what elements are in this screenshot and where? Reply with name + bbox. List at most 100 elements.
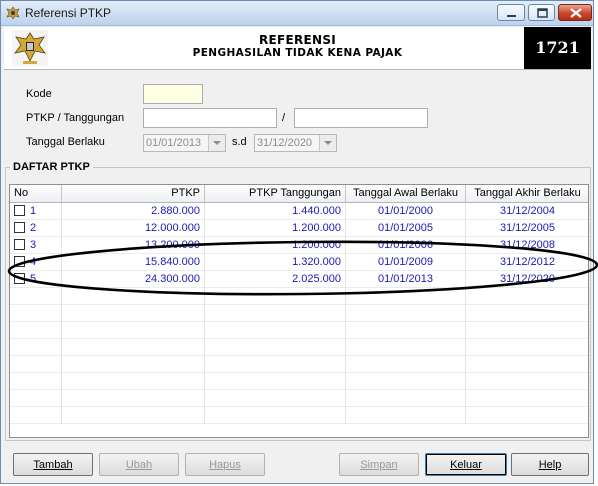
row-checkbox[interactable]	[14, 256, 25, 267]
empty-cell	[466, 322, 588, 339]
column-header-no[interactable]: No	[10, 185, 62, 202]
table-empty-row	[10, 407, 588, 424]
row-number: 1	[30, 205, 37, 217]
table-row[interactable]: 4 15.840.000 1.320.000 01/01/2009 31/12/…	[10, 254, 588, 271]
empty-cell	[62, 356, 205, 373]
empty-cell	[10, 339, 62, 356]
empty-cell	[466, 305, 588, 322]
hapus-button[interactable]: Hapus	[185, 453, 265, 476]
minimize-button[interactable]	[497, 4, 525, 21]
ubah-button[interactable]: Ubah	[99, 453, 179, 476]
tanggal-awal-cell: 01/01/2005	[346, 220, 466, 237]
kode-input[interactable]	[143, 84, 203, 104]
table-row[interactable]: 5 24.300.000 2.025.000 01/01/2013 31/12/…	[10, 271, 588, 288]
empty-cell	[62, 322, 205, 339]
maximize-button[interactable]	[528, 4, 555, 21]
header-subtitle: PENGHASILAN TIDAK KENA PAJAK	[192, 47, 403, 59]
row-no-cell: 5	[10, 271, 62, 288]
app-window: Referensi PTKP REFERENSI PENGHASILAN TID…	[0, 0, 594, 484]
maximize-icon	[537, 8, 548, 18]
table-empty-row	[10, 390, 588, 407]
empty-cell	[205, 305, 346, 322]
row-number: 3	[30, 239, 37, 251]
column-header-ptkp[interactable]: PTKP	[62, 185, 205, 202]
row-checkbox[interactable]	[14, 205, 25, 216]
ptkp-cell: 13.200.000	[62, 237, 205, 254]
tanggungan-cell: 1.320.000	[205, 254, 346, 271]
row-checkbox[interactable]	[14, 239, 25, 250]
row-no-cell: 1	[10, 203, 62, 220]
ptkp-input[interactable]	[143, 108, 277, 128]
empty-cell	[346, 305, 466, 322]
simpan-label: Simpan	[360, 459, 398, 471]
empty-cell	[205, 322, 346, 339]
table-empty-row	[10, 305, 588, 322]
empty-cell	[205, 356, 346, 373]
table-header: No PTKP PTKP Tanggungan Tanggal Awal Ber…	[10, 185, 588, 203]
tambah-label: Tambah	[33, 459, 73, 471]
title-bar[interactable]: Referensi PTKP	[1, 1, 593, 26]
tambah-button[interactable]: Tambah	[13, 453, 93, 476]
empty-cell	[10, 373, 62, 390]
minimize-icon	[507, 15, 516, 17]
tanggal-from-value: 01/01/2013	[146, 137, 202, 149]
simpan-button[interactable]: Simpan	[339, 453, 419, 476]
tanggal-to-select[interactable]: 31/12/2020	[254, 134, 337, 152]
row-checkbox[interactable]	[14, 273, 25, 284]
tanggal-awal-cell: 01/01/2009	[346, 254, 466, 271]
empty-cell	[10, 407, 62, 424]
column-header-ptkp-tanggungan[interactable]: PTKP Tanggungan	[205, 185, 346, 202]
tanggal-akhir-cell: 31/12/2012	[466, 254, 588, 271]
help-label: Help	[538, 459, 562, 471]
empty-cell	[62, 407, 205, 424]
empty-cell	[62, 305, 205, 322]
row-checkbox[interactable]	[14, 222, 25, 233]
empty-cell	[205, 288, 346, 305]
close-button[interactable]	[558, 4, 592, 21]
tanggungan-cell: 1.440.000	[205, 203, 346, 220]
empty-cell	[346, 407, 466, 424]
filter-form: Kode PTKP / Tanggungan / Tanggal Berlaku…	[4, 73, 591, 157]
empty-cell	[205, 407, 346, 424]
table-empty-row	[10, 322, 588, 339]
empty-cell	[62, 288, 205, 305]
chevron-down-icon	[324, 141, 332, 145]
empty-cell	[346, 288, 466, 305]
row-no-cell: 3	[10, 237, 62, 254]
tanggal-awal-cell: 01/01/2006	[346, 237, 466, 254]
ptkp-tanggungan-label: PTKP / Tanggungan	[26, 112, 125, 124]
dropdown-arrow[interactable]	[208, 135, 225, 151]
table-empty-row	[10, 356, 588, 373]
tanggungan-input[interactable]	[294, 108, 428, 128]
help-button[interactable]: Help	[511, 453, 589, 476]
empty-cell	[466, 373, 588, 390]
empty-cell	[10, 322, 62, 339]
table-row[interactable]: 2 12.000.000 1.200.000 01/01/2005 31/12/…	[10, 220, 588, 237]
row-no-cell: 2	[10, 220, 62, 237]
row-number: 2	[30, 222, 37, 234]
empty-cell	[205, 373, 346, 390]
table-empty-row	[10, 339, 588, 356]
empty-cell	[10, 288, 62, 305]
column-header-tanggal-awal[interactable]: Tanggal Awal Berlaku	[346, 185, 466, 202]
column-header-tanggal-akhir[interactable]: Tanggal Akhir Berlaku	[466, 185, 588, 202]
ubah-label: Ubah	[125, 459, 153, 471]
tanggungan-cell: 2.025.000	[205, 271, 346, 288]
ptkp-table[interactable]: No PTKP PTKP Tanggungan Tanggal Awal Ber…	[9, 184, 589, 438]
tanggungan-cell: 1.200.000	[205, 237, 346, 254]
empty-cell	[346, 390, 466, 407]
table-row[interactable]: 3 13.200.000 1.200.000 01/01/2006 31/12/…	[10, 237, 588, 254]
table-row[interactable]: 1 2.880.000 1.440.000 01/01/2000 31/12/2…	[10, 203, 588, 220]
empty-cell	[346, 322, 466, 339]
keluar-button[interactable]: Keluar	[425, 453, 507, 476]
close-icon	[570, 8, 582, 18]
tanggal-to-value: 31/12/2020	[257, 137, 313, 149]
empty-cell	[62, 339, 205, 356]
tanggal-berlaku-label: Tanggal Berlaku	[26, 136, 105, 148]
tanggungan-cell: 1.200.000	[205, 220, 346, 237]
tanggal-from-select[interactable]: 01/01/2013	[143, 134, 226, 152]
sd-label: s.d	[232, 136, 247, 148]
row-number: 4	[30, 256, 37, 268]
empty-cell	[346, 356, 466, 373]
dropdown-arrow[interactable]	[319, 135, 336, 151]
